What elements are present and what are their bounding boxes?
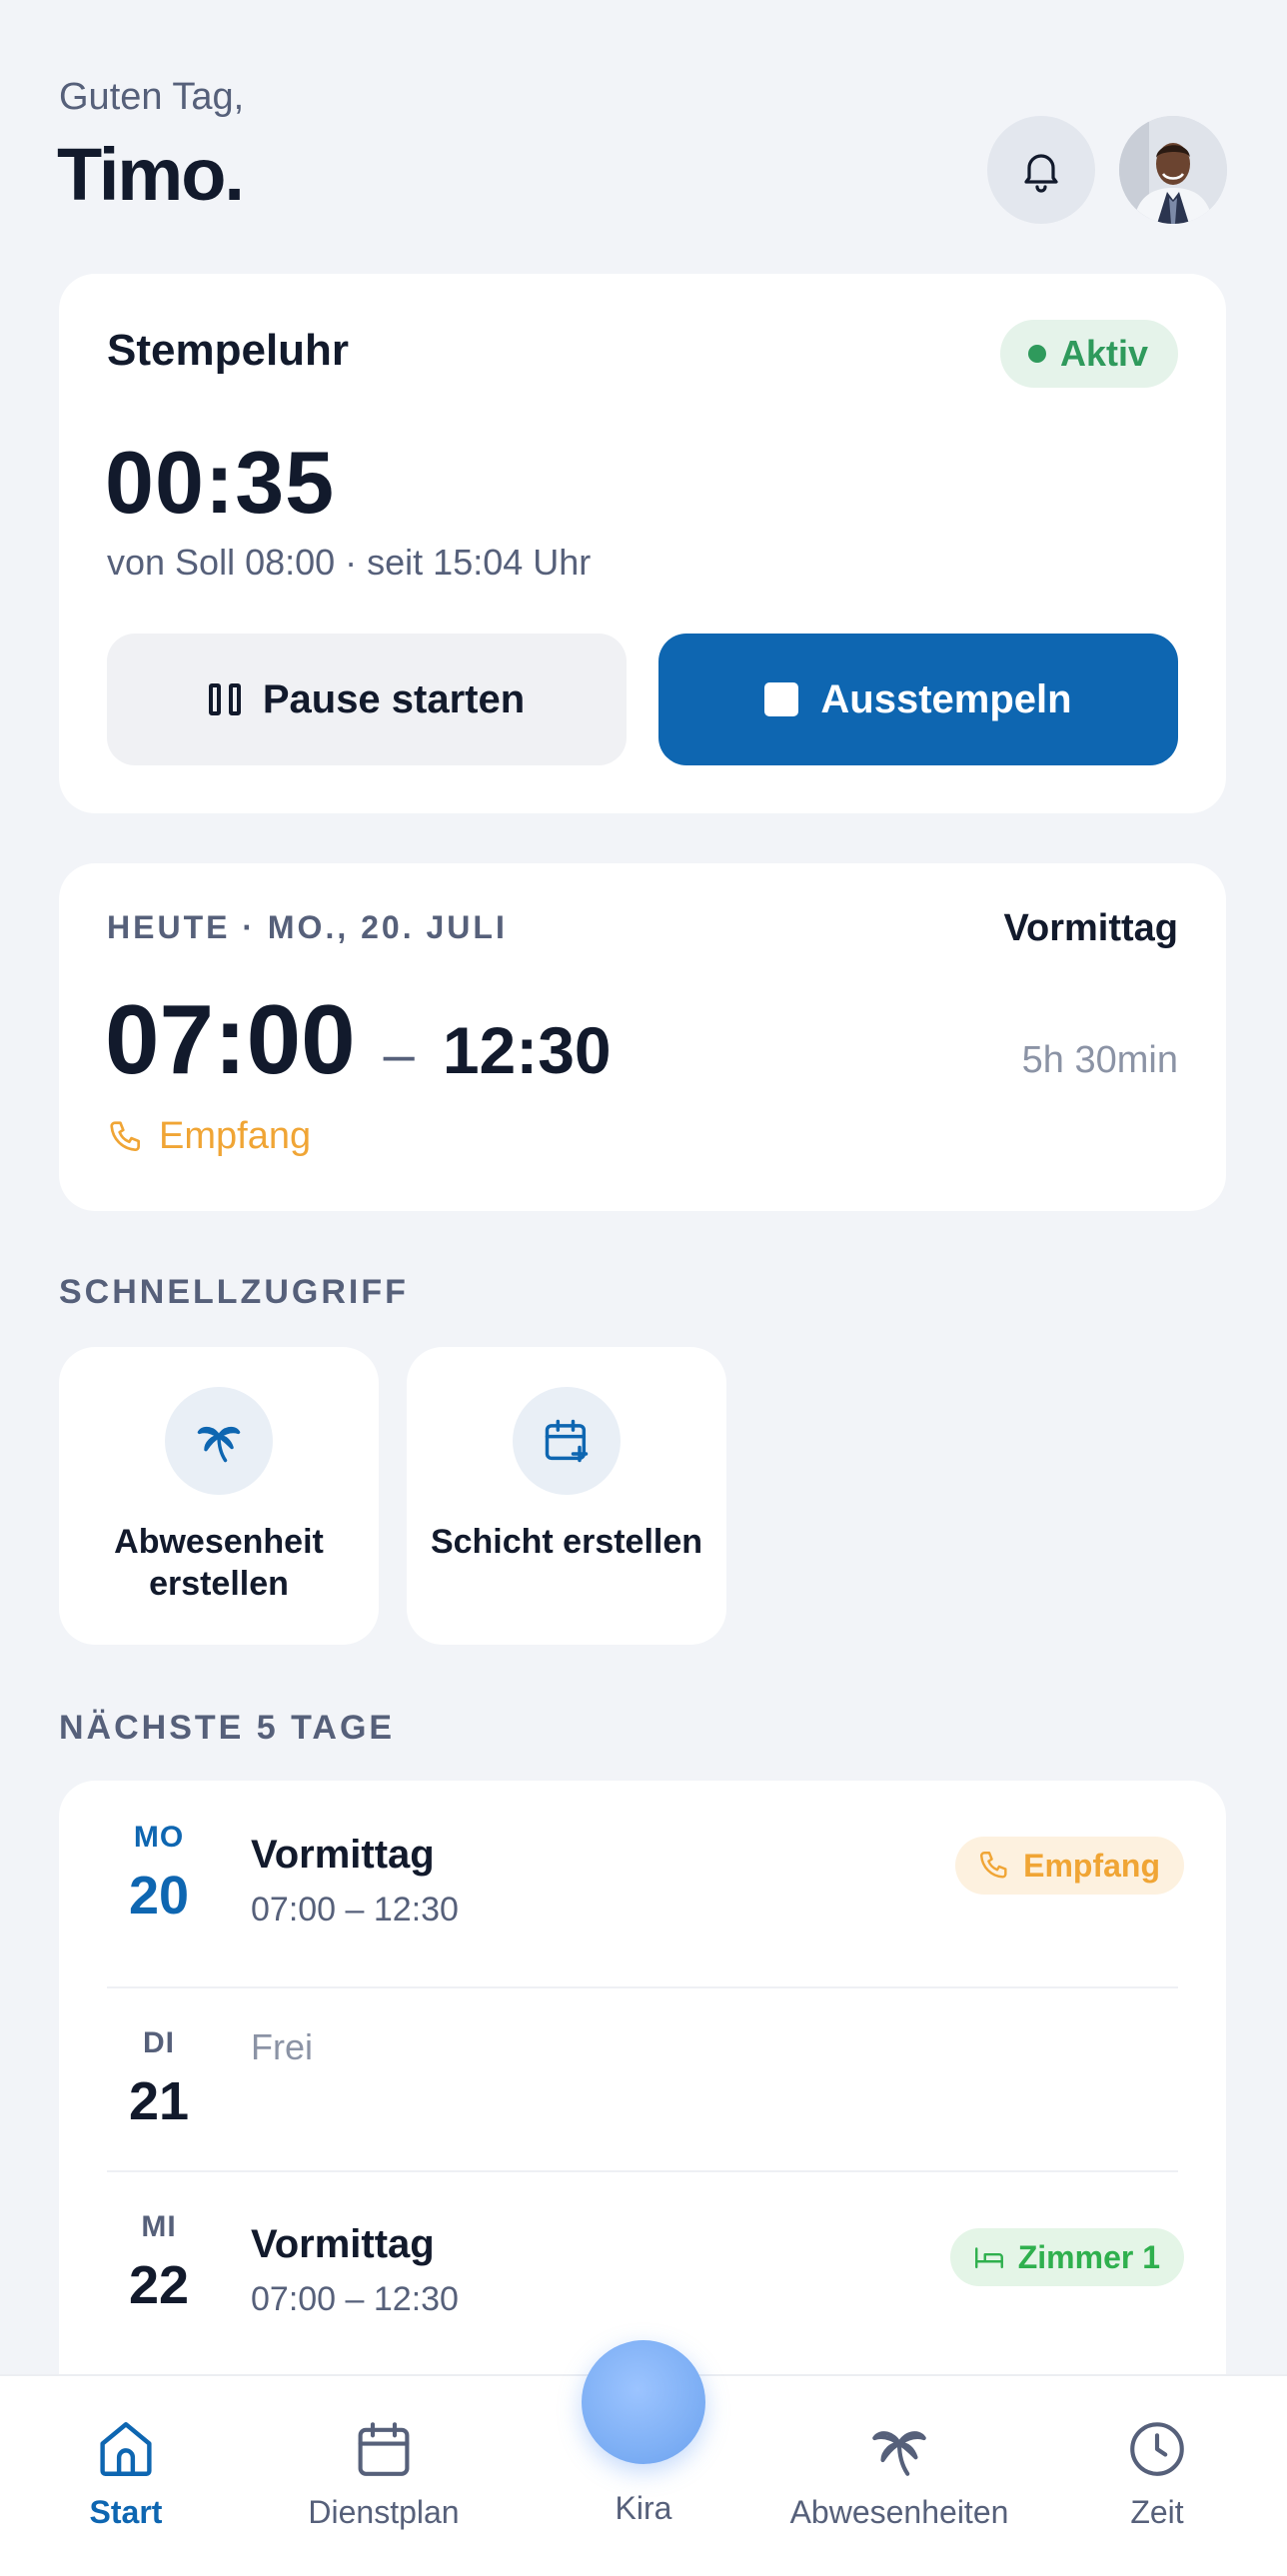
nav-start[interactable]: Start	[6, 2416, 246, 2531]
start-break-label: Pause starten	[262, 676, 526, 721]
nav-zeit[interactable]: Zeit	[1037, 2416, 1277, 2531]
shift-time: 07:00 – 12:30	[251, 2280, 459, 2318]
avatar[interactable]	[1119, 116, 1227, 224]
nav-kira-label: Kira	[615, 2490, 672, 2526]
kira-assistant-button[interactable]	[582, 2340, 705, 2464]
day-number: 21	[128, 2071, 190, 2131]
shift-duration: 5h 30min	[1021, 1039, 1178, 1081]
shift-name: Vormittag	[251, 1833, 435, 1877]
create-shift-button[interactable]: Schicht erstellen	[407, 1347, 726, 1645]
create-absence-button[interactable]: Abwesenheit erstellen	[59, 1347, 379, 1645]
day-abbreviation: DI	[143, 2026, 175, 2059]
list-item[interactable]: MO 20 Vormittag 07:00 – 12:30 Empfang	[59, 1781, 1226, 1986]
day-abbreviation: MI	[141, 2210, 177, 2243]
palm-tree-icon	[872, 2431, 926, 2476]
phone-icon	[110, 1120, 141, 1151]
today-shift-name: Vormittag	[1003, 907, 1178, 949]
nav-abwesenheiten[interactable]: Abwesenheiten	[779, 2416, 1019, 2531]
day-number: 20	[128, 1866, 190, 1926]
user-avatar-icon	[1119, 116, 1227, 224]
day-number: 22	[128, 2255, 190, 2315]
calendar-icon	[358, 2422, 410, 2476]
shift-end-time: 12:30	[442, 1013, 612, 1087]
nav-abwesenheiten-label: Abwesenheiten	[789, 2494, 1009, 2530]
stop-icon	[764, 682, 799, 716]
time-separator: –	[383, 1022, 415, 1085]
today-date-label: HEUTE · MO., 20. JULI	[107, 909, 508, 945]
shift-location: Empfang	[107, 1115, 311, 1158]
create-shift-icon-wrap	[513, 1387, 621, 1495]
user-name: Timo.	[57, 133, 245, 216]
nav-dienstplan[interactable]: Dienstplan	[264, 2416, 504, 2531]
palm-tree-icon	[197, 1426, 241, 1463]
timeclock-subtitle: von Soll 08:00 · seit 15:04 Uhr	[107, 542, 592, 583]
status-badge: Aktiv	[999, 320, 1178, 388]
list-item[interactable]: DI 21 Frei	[59, 1988, 1226, 2170]
nav-start-label: Start	[89, 2494, 163, 2530]
bell-icon	[1024, 154, 1058, 193]
greeting-text: Guten Tag,	[59, 76, 245, 118]
calendar-plus-icon	[545, 1419, 589, 1463]
status-dot-icon	[1027, 345, 1046, 363]
room-badge-label: Zimmer 1	[1017, 2238, 1160, 2275]
nav-dienstplan-label: Dienstplan	[308, 2494, 460, 2530]
create-absence-icon-wrap	[165, 1387, 273, 1495]
clock-icon	[1130, 2422, 1184, 2476]
timeclock-card: Stempeluhr Aktiv 00:35 von Soll 08:00 · …	[59, 274, 1226, 813]
pause-icon	[208, 683, 241, 715]
shift-start-time: 07:00	[105, 984, 356, 1094]
room-badge: Zimmer 1	[949, 2228, 1184, 2286]
nav-zeit-label: Zeit	[1130, 2494, 1184, 2530]
day-abbreviation: MO	[133, 1821, 185, 1854]
clock-out-button[interactable]: Ausstempeln	[658, 634, 1178, 765]
next-days-title: NÄCHSTE 5 TAGE	[59, 1709, 396, 1747]
shift-time: 07:00 – 12:30	[251, 1891, 459, 1929]
create-shift-label: Schicht erstellen	[430, 1523, 703, 1561]
notifications-button[interactable]	[987, 116, 1095, 224]
shift-name: Vormittag	[251, 2222, 435, 2266]
shift-time-range: 07:00 – 12:30	[105, 983, 612, 1096]
timeclock-title: Stempeluhr	[107, 326, 350, 375]
home-screen: Guten Tag, Timo. Stempeluhr Aktiv 00:35 …	[0, 0, 1287, 2576]
elapsed-time: 00:35	[105, 433, 336, 532]
start-break-button[interactable]: Pause starten	[107, 634, 627, 765]
free-day-label: Frei	[251, 2026, 313, 2067]
quick-access-title: SCHNELLZUGRIFF	[59, 1273, 409, 1311]
clock-out-label: Ausstempeln	[820, 676, 1072, 721]
location-badge: Empfang	[955, 1837, 1184, 1895]
location-badge-label: Empfang	[1023, 1847, 1160, 1884]
phone-icon	[980, 1852, 1007, 1879]
create-absence-label: Abwesenheit erstellen	[114, 1523, 324, 1603]
today-shift-card[interactable]: HEUTE · MO., 20. JULI Vormittag 07:00 – …	[59, 863, 1226, 1211]
home-icon	[100, 2422, 152, 2476]
shift-location-label: Empfang	[159, 1115, 312, 1157]
bed-icon	[974, 2247, 1003, 2269]
status-label: Aktiv	[1059, 333, 1148, 374]
